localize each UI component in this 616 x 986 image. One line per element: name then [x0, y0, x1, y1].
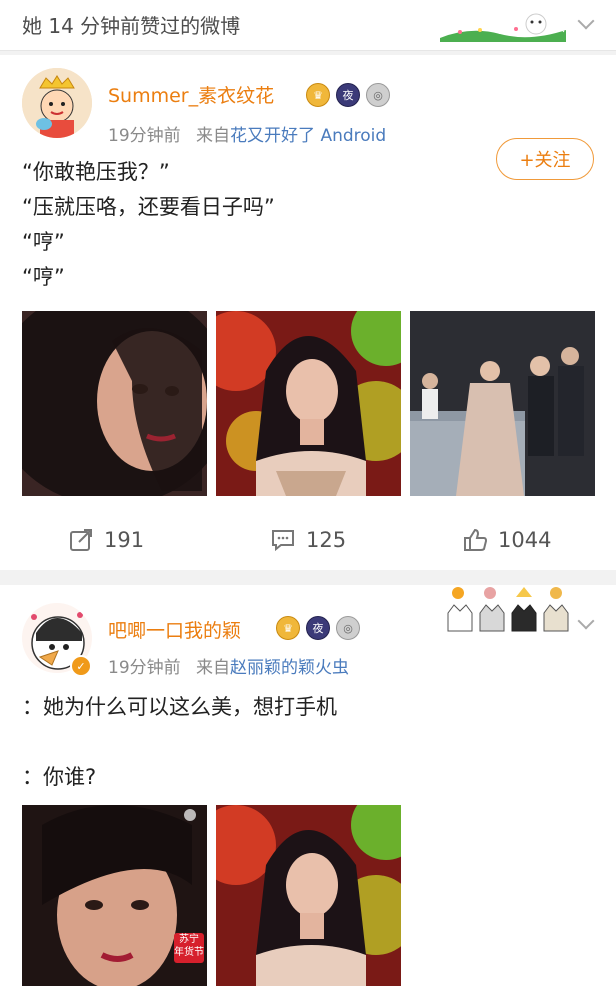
medal-icon: ◎ — [366, 83, 390, 107]
post-image[interactable]: 苏宁 年货节 — [22, 805, 207, 986]
feed-card: ✓ 吧唧一口我的颖 ♛ 夜 ◎ 19分钟前 来自赵丽颖的颖火虫 ：她为什么可以这… — [0, 585, 616, 986]
medal-icon: ◎ — [336, 616, 360, 640]
thumbs-up-icon — [464, 528, 488, 551]
night-badge-icon: 夜 — [336, 83, 360, 107]
comment-count: 125 — [306, 528, 347, 552]
repost-icon — [70, 529, 92, 551]
post-image[interactable] — [22, 311, 207, 496]
avatar[interactable] — [22, 68, 92, 138]
like-button[interactable]: 1044 — [462, 527, 551, 553]
user-badges: ♛ 夜 ◎ — [306, 83, 390, 107]
night-badge-icon: 夜 — [306, 616, 330, 640]
post-source[interactable]: 赵丽颖的颖火虫 — [230, 658, 349, 678]
source-prefix: 来自 — [196, 126, 231, 146]
decorative-banner-icon — [440, 13, 566, 42]
comment-icon — [272, 530, 294, 552]
page-title: 她 14 分钟前赞过的微博 — [22, 14, 241, 38]
post-source[interactable]: 花又开好了 Android — [230, 126, 386, 146]
comment-button[interactable]: 125 — [270, 527, 346, 553]
post-image[interactable] — [216, 805, 401, 986]
post-image[interactable] — [410, 311, 595, 496]
vip-crown-icon: ♛ — [276, 616, 300, 640]
chevron-down-icon[interactable] — [578, 615, 594, 631]
post-image[interactable] — [216, 311, 401, 496]
image-overlay-label: 苏宁 年货节 — [174, 933, 204, 963]
top-bar: 她 14 分钟前赞过的微博 — [0, 0, 616, 51]
like-count: 1044 — [498, 528, 552, 552]
decorative-cats-icon — [447, 587, 569, 632]
post-time: 19分钟前 — [108, 658, 181, 678]
source-prefix: 来自 — [196, 658, 231, 678]
username[interactable]: 吧唧一口我的颖 — [108, 616, 241, 643]
post-text: “你敢艳压我？” “压就压咯，还要看日子吗” “哼” “哼” — [22, 160, 275, 289]
chevron-down-icon[interactable] — [578, 15, 594, 31]
post-time: 19分钟前 — [108, 126, 181, 146]
user-badges: ♛ 夜 ◎ — [276, 616, 360, 640]
repost-button[interactable]: 191 — [68, 527, 144, 553]
vip-crown-icon: ♛ — [306, 83, 330, 107]
repost-count: 191 — [104, 528, 145, 552]
post-meta: 19分钟前 来自赵丽颖的颖火虫 — [108, 653, 349, 678]
username[interactable]: Summer_素衣纹花 — [108, 81, 274, 108]
verified-badge-icon: ✓ — [70, 655, 92, 677]
post-text: ：她为什么可以这么美，想打手机 ：你谁? — [22, 695, 337, 789]
follow-button[interactable]: +关注 — [496, 138, 594, 180]
post-meta: 19分钟前 来自花又开好了 Android — [108, 121, 386, 146]
action-bar: 191 125 1044 — [0, 513, 616, 573]
feed-card: Summer_素衣纹花 ♛ 夜 ◎ 19分钟前 来自花又开好了 Android … — [0, 55, 616, 570]
